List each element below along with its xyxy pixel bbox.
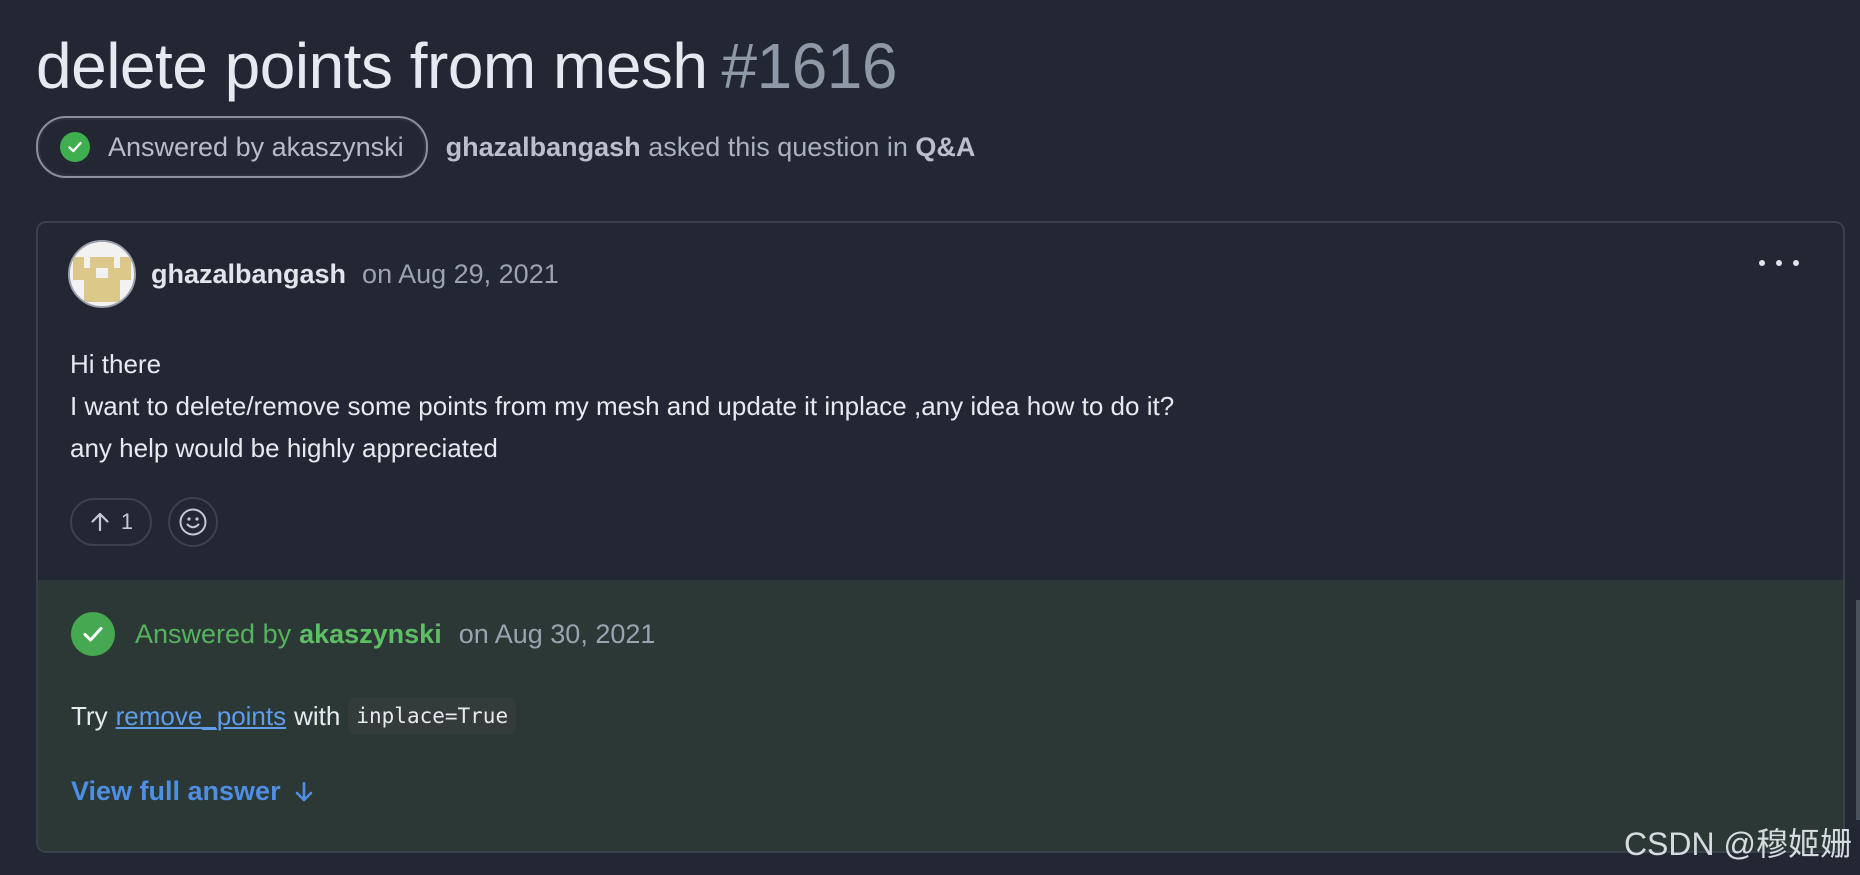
avatar[interactable] (68, 240, 136, 308)
arrow-down-icon (295, 781, 312, 801)
discussion-title: delete points from mesh (36, 30, 708, 102)
answer-body: Try remove_points with inplace=True (71, 698, 517, 734)
answered-badge[interactable]: Answered by akaszynski (36, 116, 428, 178)
post-author[interactable]: ghazalbangash (151, 259, 346, 290)
answer-author[interactable]: akaszynski (299, 619, 442, 650)
upvote-count: 1 (120, 509, 134, 534)
view-full-answer-label: View full answer (71, 776, 281, 806)
page-title: delete points from mesh #1616 (36, 26, 897, 106)
reactions-bar: 1 (70, 497, 218, 547)
check-circle-icon (60, 132, 90, 162)
post-line: Hi there (70, 349, 162, 379)
remove-points-link[interactable]: remove_points (116, 701, 287, 732)
discussion-meta: Answered by akaszynski ghazalbangash ask… (36, 116, 975, 178)
post-header: ghazalbangash on Aug 29, 2021 (68, 240, 559, 308)
post-line: I want to delete/remove some points from… (70, 391, 1175, 421)
answered-by-label: Answered by (135, 618, 292, 649)
scrollbar[interactable] (1856, 600, 1860, 820)
answer-header: Answered by akaszynski on Aug 30, 2021 (71, 612, 655, 656)
asked-label: asked this question in (648, 131, 908, 162)
smiley-icon (179, 508, 207, 536)
asker-link[interactable]: ghazalbangash (446, 132, 641, 162)
answer-text-before: Try (71, 700, 108, 731)
upvote-button[interactable]: 1 (70, 498, 152, 546)
discussion-number: #1616 (721, 30, 898, 102)
discussion-card: ghazalbangash on Aug 29, 2021 Hi there I… (36, 221, 1845, 853)
view-full-answer-link[interactable]: View full answer (71, 776, 315, 807)
post-line: any help would be highly appreciated (70, 433, 498, 463)
watermark: CSDN @穆姬姗 (1623, 826, 1852, 862)
arrow-up-icon (91, 512, 109, 532)
more-options-icon[interactable] (1759, 255, 1799, 271)
answer-date[interactable]: on Aug 30, 2021 (459, 619, 656, 650)
asked-by-text: ghazalbangash asked this question in Q&A (446, 132, 976, 163)
accepted-answer: Answered by akaszynski on Aug 30, 2021 T… (38, 580, 1843, 851)
add-reaction-button[interactable] (168, 497, 218, 547)
discussion-page: delete points from mesh #1616 Answered by… (0, 0, 1860, 875)
answered-badge-label: Answered by akaszynski (108, 131, 404, 162)
category-link[interactable]: Q&A (915, 132, 975, 162)
post-date[interactable]: on Aug 29, 2021 (362, 259, 559, 290)
identicon-icon (70, 242, 134, 306)
answer-text-middle: with (294, 700, 341, 731)
post-body: Hi there I want to delete/remove some po… (70, 343, 1174, 469)
inline-code: inplace=True (348, 698, 517, 734)
check-circle-icon (71, 612, 115, 656)
